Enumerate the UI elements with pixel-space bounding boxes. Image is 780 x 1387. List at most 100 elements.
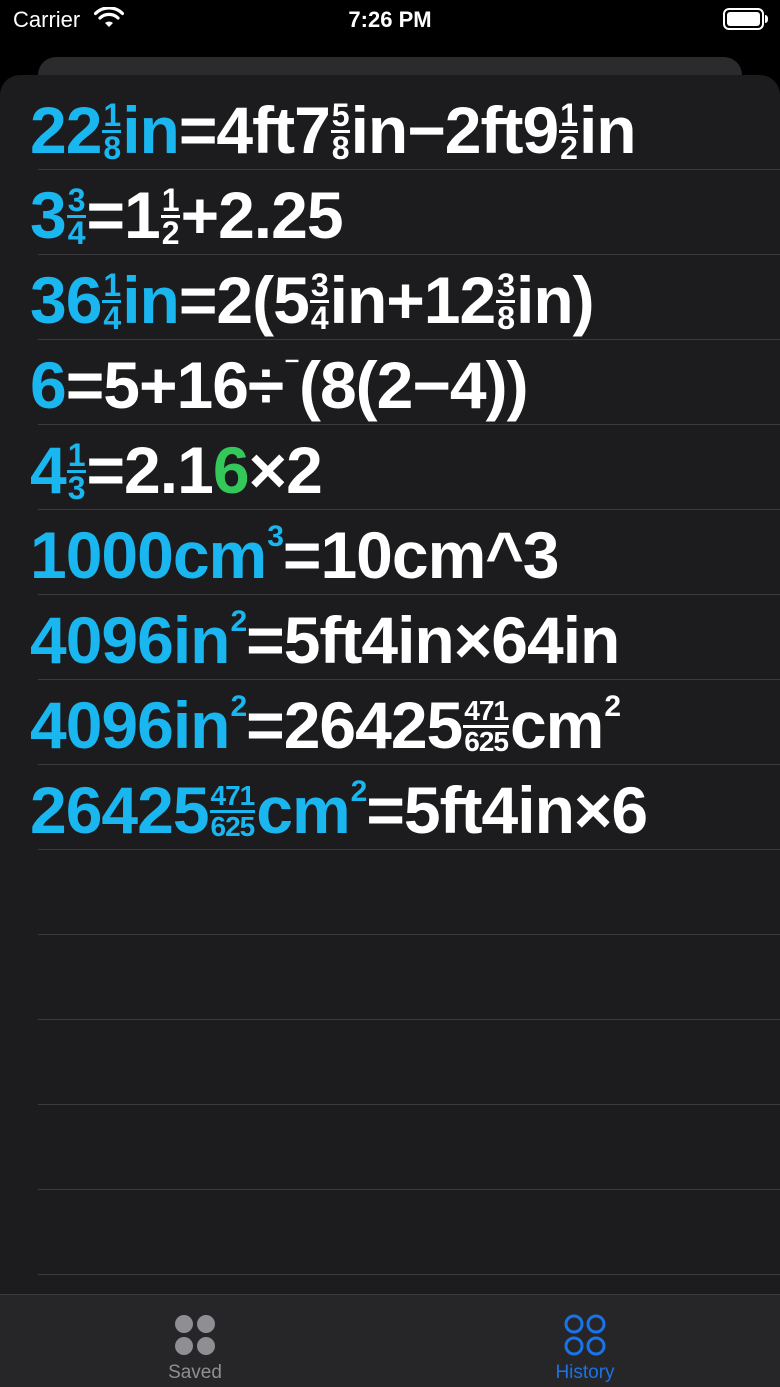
result: 26425 471 625 cm2 — [30, 773, 367, 847]
result-text: 1000cm — [30, 518, 267, 592]
history-row[interactable]: 1000cm3=10cm^3 — [0, 510, 780, 595]
empty-row — [0, 935, 780, 1020]
result-unit: in — [122, 263, 180, 337]
empty-row — [0, 1190, 780, 1275]
history-equation: 36 1 4 in=2(5 3 4 in+12 3 8 in) — [30, 263, 595, 337]
expression-fraction: 58 — [330, 97, 350, 167]
expression: =5ft4in×64in — [246, 603, 620, 677]
numerator: 1 — [102, 97, 122, 134]
tab-saved[interactable]: Saved — [0, 1295, 390, 1387]
expression-text: =2.1 — [86, 433, 214, 507]
expression: =5+16÷⁻(8(2−4)) — [65, 348, 529, 422]
expression-text: in+12 — [329, 263, 497, 337]
expression: =4ft7 5 8 in−2ft9 1 2 in — [179, 93, 637, 167]
expression: =2.16×2 — [86, 433, 323, 507]
expression: =5ft4in×6 — [366, 773, 648, 847]
empty-row — [0, 850, 780, 935]
denominator: 4 — [103, 300, 121, 337]
result-text: 4 — [30, 433, 67, 507]
denominator: 625 — [210, 811, 256, 843]
history-equation: 22 1 8 in=4ft7 5 8 in−2ft9 1 2 in — [30, 93, 637, 167]
numerator: 1 — [559, 97, 578, 134]
history-row[interactable]: 3 3 4 =1 1 2 +2.25 — [0, 170, 780, 255]
history-equation: 4096in2=5ft4in×64in — [30, 603, 620, 680]
denominator: 8 — [103, 130, 121, 167]
result: 4096in2 — [30, 688, 247, 762]
grid-four-outline-circles-icon — [564, 1314, 606, 1356]
result: 334 — [30, 178, 87, 252]
numerator: 3 — [309, 267, 329, 304]
numerator: 1 — [102, 267, 122, 304]
result-fraction: 14 — [102, 267, 122, 337]
history-equation: 26425 471 625 cm2=5ft4in×6 — [30, 773, 648, 850]
history-row[interactable]: 26425 471 625 cm2=5ft4in×6 — [0, 765, 780, 850]
expression-fraction: 12 — [160, 182, 180, 252]
result-text: 4096in — [30, 688, 230, 762]
expression: =10cm^3 — [282, 518, 560, 592]
expression-text: =26425 — [246, 688, 463, 762]
empty-row — [0, 1105, 780, 1190]
result-fraction: 18 — [102, 97, 122, 167]
history-equation: 6=5+16÷⁻(8(2−4)) — [30, 348, 529, 425]
exponent: 2 — [230, 605, 247, 638]
expression: =1 1 2 +2.25 — [87, 178, 344, 252]
numerator: 471 — [209, 780, 256, 814]
history-equation: 3 3 4 =1 1 2 +2.25 — [30, 178, 344, 252]
expression: =26425 471 625 cm2 — [246, 688, 621, 762]
denominator: 2 — [161, 215, 180, 252]
denominator: 8 — [331, 130, 350, 167]
result: 1000cm3 — [30, 518, 284, 592]
expression-text: ×2 — [248, 433, 323, 507]
repeating-digit: 6 — [212, 433, 250, 507]
result: 22 1 8 in — [30, 93, 180, 167]
result-text: 3 — [30, 178, 67, 252]
result-unit: cm — [256, 773, 350, 847]
result-text: 36 — [30, 263, 102, 337]
tab-saved-label: Saved — [168, 1362, 222, 1383]
result-fraction: 13 — [66, 437, 86, 507]
denominator: 4 — [310, 300, 329, 337]
denominator: 4 — [67, 215, 86, 252]
result: 6 — [30, 348, 67, 422]
expression-text: =10cm^3 — [282, 518, 560, 592]
tab-history[interactable]: History — [390, 1295, 780, 1387]
grid-four-filled-circles-icon — [175, 1315, 215, 1355]
expression-text: (8(2−4)) — [299, 348, 529, 422]
result-text: 6 — [30, 348, 67, 422]
history-row[interactable]: 4 1 3 =2.16×2 — [0, 425, 780, 510]
result: 413 — [30, 433, 87, 507]
history-sheet: 22 1 8 in=4ft7 5 8 in−2ft9 1 2 in 3 3 4 =1 1 2 +2.25 36… — [0, 75, 780, 1295]
negative-sign: ⁻ — [284, 350, 300, 383]
numerator: 3 — [66, 182, 86, 219]
numerator: 1 — [66, 437, 86, 474]
numerator: 5 — [330, 97, 350, 134]
empty-row — [0, 1020, 780, 1105]
result: 4096in2 — [30, 603, 247, 677]
history-row[interactable]: 22 1 8 in=4ft7 5 8 in−2ft9 1 2 in — [0, 85, 780, 170]
result-fraction: 34 — [66, 182, 86, 252]
expression-fraction: 38 — [496, 269, 516, 337]
numerator: 1 — [160, 182, 180, 219]
numerator: 471 — [463, 695, 509, 729]
status-bar: Carrier 7:26 PM — [0, 0, 780, 40]
expression: =2(5 3 4 in+12 3 8 in) — [179, 263, 595, 337]
exponent: 3 — [267, 520, 284, 553]
tab-bar: Saved History — [0, 1294, 780, 1387]
result-fraction: 471 625 — [209, 780, 256, 843]
denominator: 8 — [497, 300, 515, 337]
expression-fraction: 34 — [309, 267, 329, 337]
history-row[interactable]: 6=5+16÷⁻(8(2−4)) — [0, 340, 780, 425]
history-row[interactable]: 4096in2=26425 471 625 cm2 — [0, 680, 780, 765]
expression-text: +2.25 — [180, 178, 344, 252]
exponent: 2 — [230, 690, 247, 723]
history-equation: 1000cm3=10cm^3 — [30, 518, 560, 595]
denominator: 3 — [67, 470, 86, 507]
expression-fraction: 12 — [559, 97, 578, 164]
history-row[interactable]: 36 1 4 in=2(5 3 4 in+12 3 8 in) — [0, 255, 780, 340]
result-text: 22 — [30, 93, 102, 167]
result-unit: in — [122, 93, 180, 167]
expression-text: in — [578, 93, 637, 167]
expression-text: =5+16÷ — [65, 348, 284, 422]
history-row[interactable]: 4096in2=5ft4in×64in — [0, 595, 780, 680]
exponent: 2 — [604, 690, 621, 723]
